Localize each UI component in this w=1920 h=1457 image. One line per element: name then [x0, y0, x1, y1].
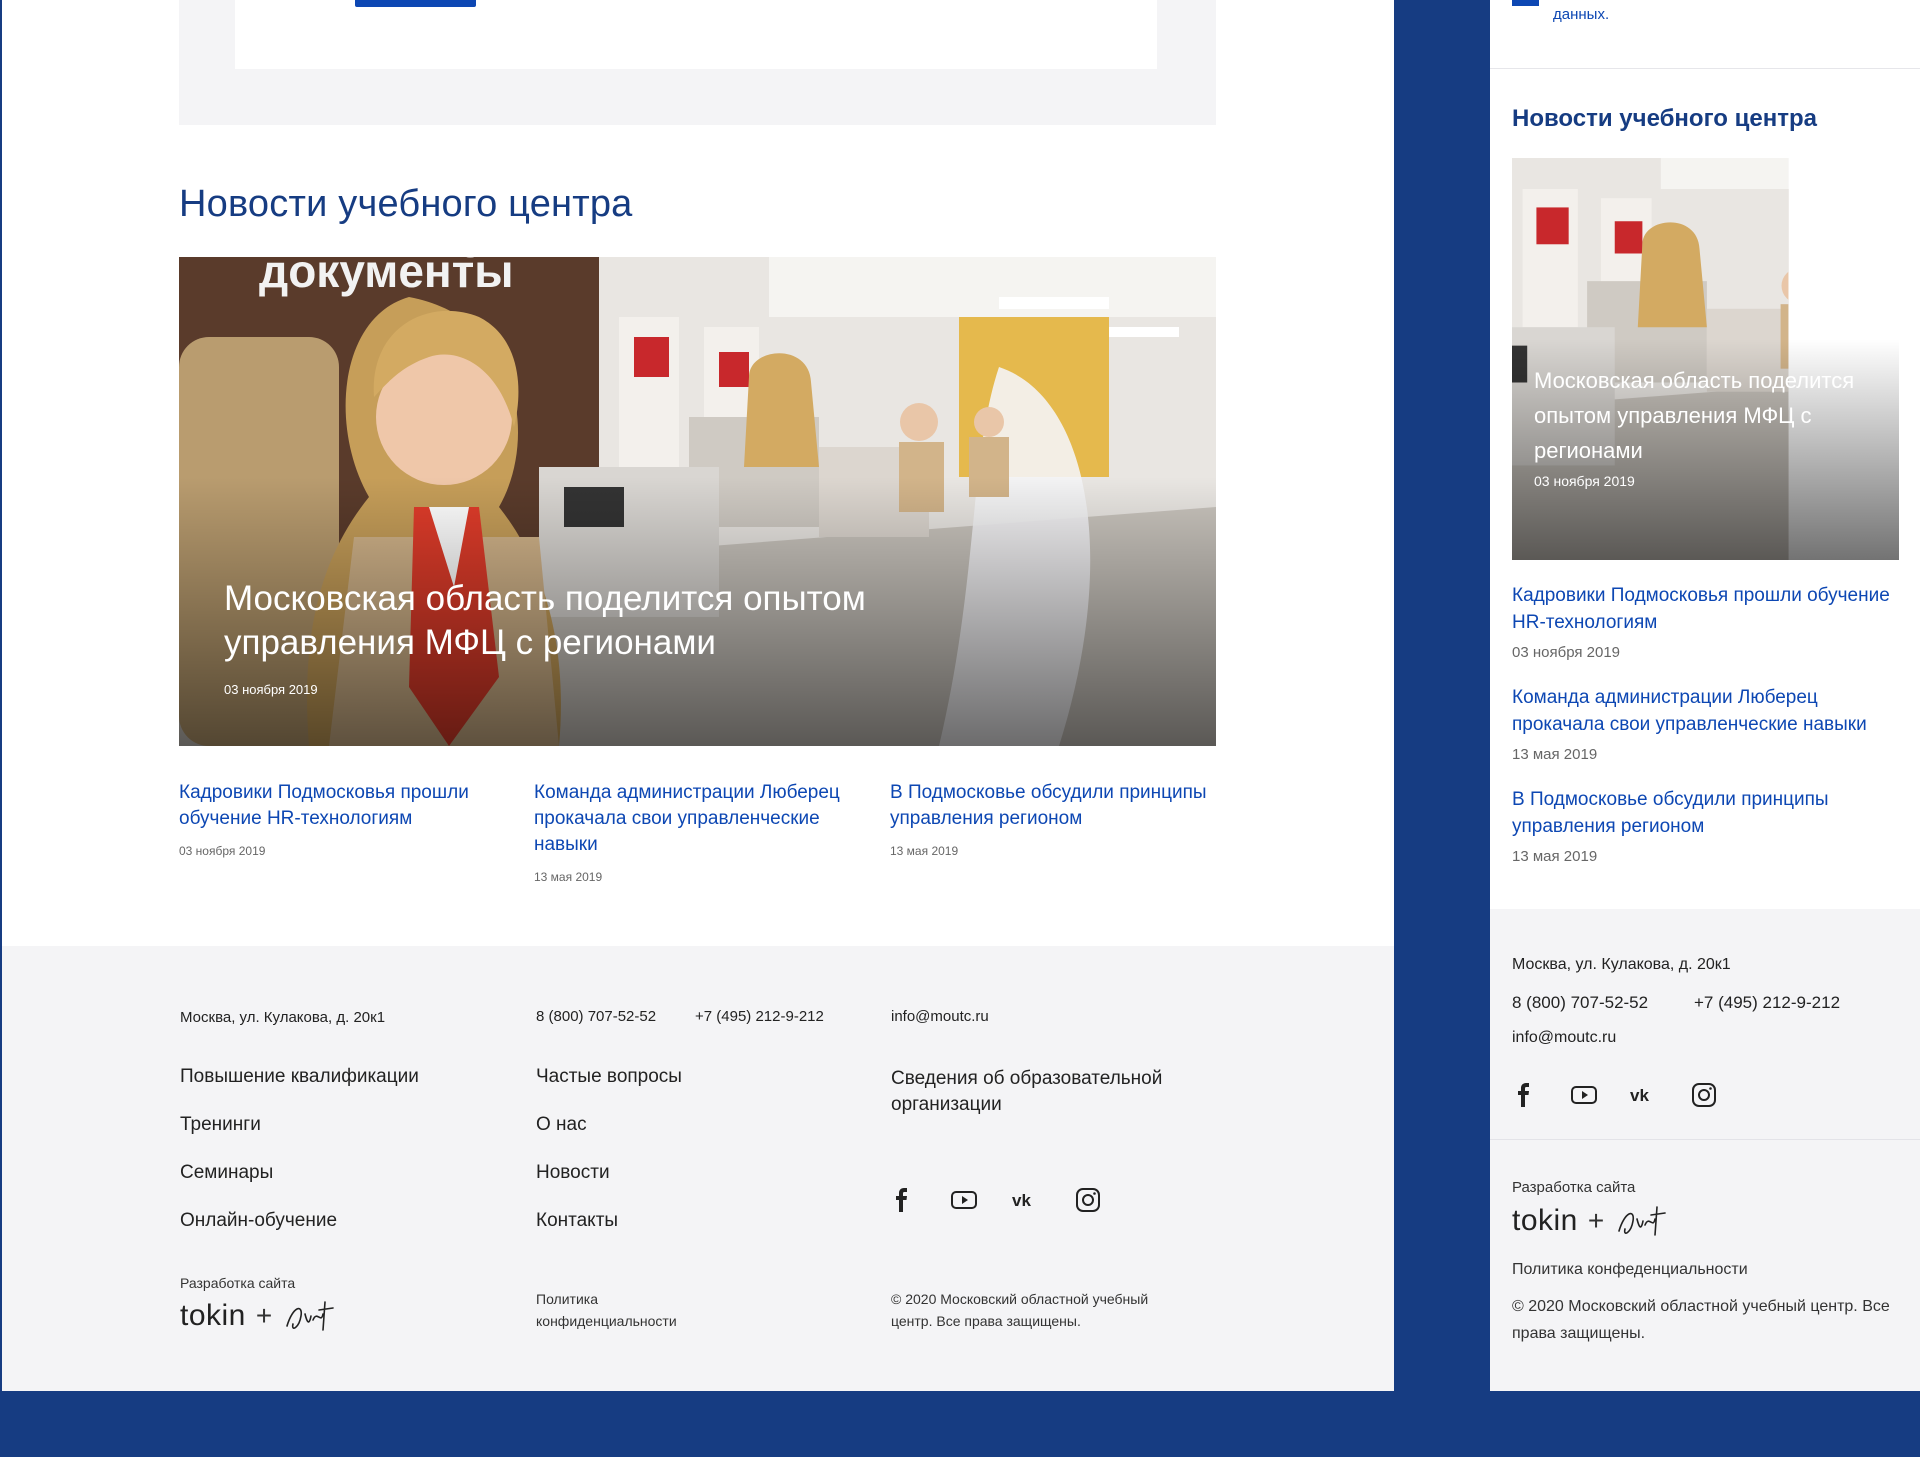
- news-heading: Новости учебного центра: [1512, 105, 1817, 132]
- footer-address: Москва, ул. Кулакова, д. 20к1: [180, 1009, 386, 1026]
- hero-date: 03 ноября 2019: [1534, 473, 1635, 489]
- news-card-date: 13 мая 2019: [1512, 746, 1598, 763]
- instagram-icon[interactable]: [1074, 1186, 1102, 1214]
- dev-label: Разработка сайта: [180, 1275, 296, 1291]
- svg-text:vk: vk: [1630, 1086, 1649, 1105]
- footer-phone-2[interactable]: +7 (495) 212-9-212: [1694, 993, 1840, 1013]
- social-links: vk: [888, 1186, 1136, 1214]
- mobile-footer: Москва, ул. Кулакова, д. 20к1 8 (800) 70…: [1490, 909, 1920, 1391]
- news-card-title[interactable]: Команда администрации Люберец прокачала …: [1512, 684, 1902, 738]
- footer-link-trainings[interactable]: Тренинги: [180, 1114, 261, 1136]
- consent-text: данных.: [1553, 6, 1610, 23]
- hero-title[interactable]: Московская область поделится опытом упра…: [224, 577, 944, 665]
- footer-copyright: © 2020 Московский областной учебный цент…: [891, 1291, 1149, 1329]
- section-divider: [1490, 68, 1920, 69]
- news-card-date: 13 мая 2019: [534, 870, 603, 884]
- facebook-icon[interactable]: [888, 1186, 916, 1214]
- signature-logo: [283, 1296, 337, 1336]
- news-card: В Подмосковье обсудили принципы управлен…: [890, 780, 1220, 858]
- footer-link-qualification[interactable]: Повышение квалификации: [180, 1066, 419, 1088]
- svg-text:vk: vk: [1012, 1191, 1031, 1210]
- footer-link-org-info[interactable]: Сведения об образовательной организации: [891, 1066, 1211, 1118]
- vk-icon[interactable]: vk: [1630, 1081, 1658, 1109]
- footer-email[interactable]: info@moutc.ru: [1512, 1029, 1616, 1047]
- news-card: Кадровики Подмосковья прошли обучение HR…: [179, 780, 509, 858]
- footer-email[interactable]: info@moutc.ru: [891, 1008, 989, 1025]
- developer-logo[interactable]: tokin +: [1512, 1201, 1669, 1241]
- footer-phone-1[interactable]: 8 (800) 707-52-52: [1512, 993, 1648, 1013]
- footer-link-about[interactable]: О нас: [536, 1114, 587, 1136]
- news-card-title[interactable]: Команда администрации Люберец прокачала …: [534, 780, 864, 858]
- developer-logo-plus: +: [255, 1300, 273, 1331]
- developer-logo[interactable]: tokin +: [180, 1296, 337, 1336]
- hero-overlay: [179, 257, 1216, 746]
- footer-policy-link[interactable]: Политика конфиденциальности: [536, 1288, 696, 1332]
- submit-button[interactable]: [355, 0, 476, 7]
- footer-phone-2[interactable]: +7 (495) 212-9-212: [695, 1008, 824, 1025]
- footer-copyright: © 2020 Московский областной учебный цент…: [1512, 1298, 1890, 1342]
- instagram-icon[interactable]: [1690, 1081, 1718, 1109]
- news-card: Команда администрации Люберец прокачала …: [1512, 684, 1902, 763]
- news-hero[interactable]: Московская область поделится опытом упра…: [1512, 158, 1899, 560]
- dev-label: Разработка сайта: [1512, 1179, 1636, 1196]
- news-card-date: 13 мая 2019: [890, 844, 959, 858]
- desktop-page: Новости учебного центра Московская облас…: [2, 0, 1394, 1391]
- news-hero[interactable]: Московская область поделится опытом упра…: [179, 257, 1216, 746]
- news-heading: Новости учебного центра: [179, 183, 633, 225]
- youtube-icon[interactable]: [950, 1186, 978, 1214]
- hero-title[interactable]: Московская область поделится опытом упра…: [1534, 363, 1884, 468]
- news-card-title[interactable]: Кадровики Подмосковья прошли обучение HR…: [1512, 582, 1902, 636]
- news-card-title[interactable]: Кадровики Подмосковья прошли обучение HR…: [179, 780, 509, 832]
- news-card: Команда администрации Люберец прокачала …: [534, 780, 864, 884]
- footer-link-contacts[interactable]: Контакты: [536, 1210, 618, 1232]
- footer-link-online[interactable]: Онлайн-обучение: [180, 1210, 337, 1232]
- news-card-date: 13 мая 2019: [1512, 848, 1598, 865]
- developer-logo-text: tokin: [180, 1299, 246, 1332]
- site-footer: Москва, ул. Кулакова, д. 20к1 8 (800) 70…: [2, 946, 1394, 1391]
- news-card: В Подмосковье обсудили принципы управлен…: [1512, 786, 1902, 865]
- form-section: [179, 0, 1216, 125]
- footer-divider: [1490, 1139, 1920, 1140]
- mobile-page: данных. Новости учебного центра Московск…: [1490, 0, 1920, 1391]
- developer-logo-plus: +: [1587, 1205, 1605, 1236]
- social-links: vk: [1510, 1081, 1752, 1109]
- footer-link-seminars[interactable]: Семинары: [180, 1162, 273, 1184]
- signature-logo: [1615, 1201, 1669, 1241]
- consent-checkbox[interactable]: [1512, 0, 1539, 6]
- news-card-title[interactable]: В Подмосковье обсудили принципы управлен…: [890, 780, 1220, 832]
- hero-overlay: [1512, 158, 1899, 560]
- footer-phone-1[interactable]: 8 (800) 707-52-52: [536, 1008, 656, 1025]
- footer-address: Москва, ул. Кулакова, д. 20к1: [1512, 956, 1731, 973]
- news-card: Кадровики Подмосковья прошли обучение HR…: [1512, 582, 1902, 661]
- footer-link-news[interactable]: Новости: [536, 1162, 610, 1184]
- developer-logo-text: tokin: [1512, 1204, 1578, 1237]
- news-card-title[interactable]: В Подмосковье обсудили принципы управлен…: [1512, 786, 1902, 840]
- facebook-icon[interactable]: [1510, 1081, 1538, 1109]
- news-card-date: 03 ноября 2019: [1512, 644, 1621, 661]
- vk-icon[interactable]: vk: [1012, 1186, 1040, 1214]
- footer-link-faq[interactable]: Частые вопросы: [536, 1066, 682, 1088]
- footer-policy-link[interactable]: Политика конфеденциальности: [1512, 1259, 1748, 1281]
- news-card-date: 03 ноября 2019: [179, 844, 266, 858]
- form-card: [235, 0, 1157, 69]
- youtube-icon[interactable]: [1570, 1081, 1598, 1109]
- hero-date: 03 ноября 2019: [224, 682, 318, 697]
